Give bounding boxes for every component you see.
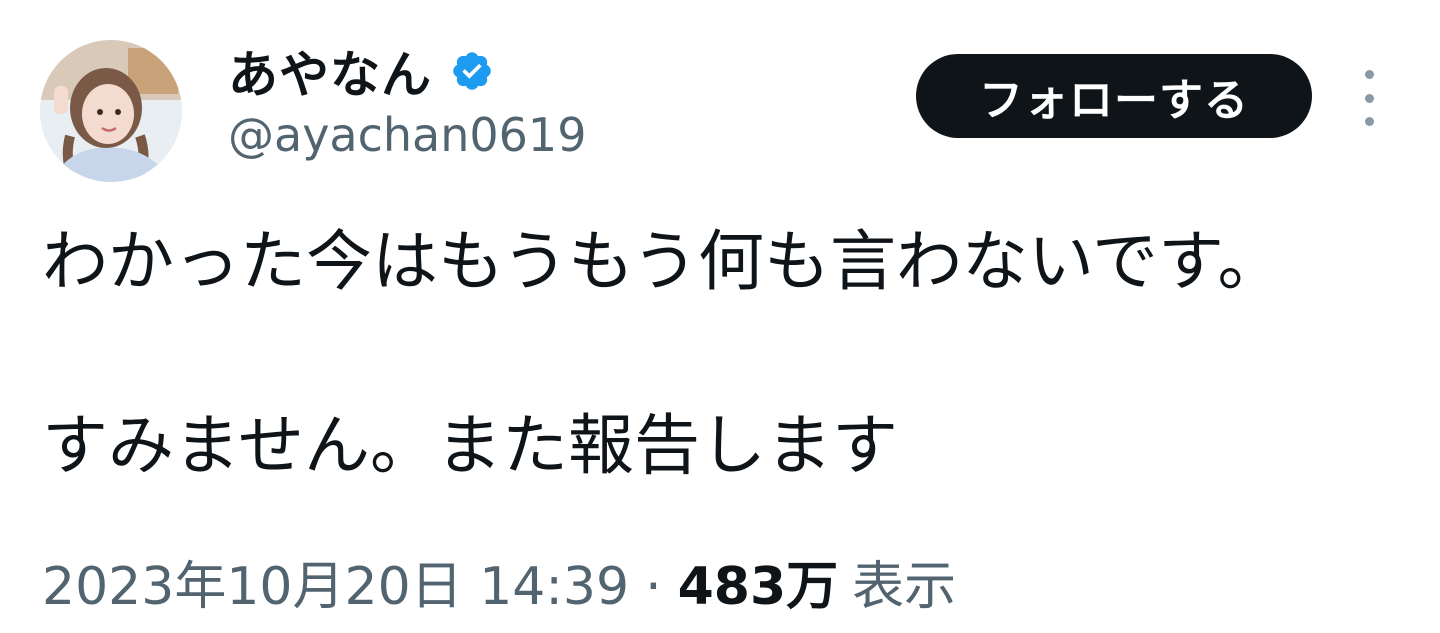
- tweet-text: わかった今はもうもう何も言わないです。 すみません。また報告します: [42, 222, 1283, 486]
- verified-badge-icon: [450, 49, 494, 93]
- display-name[interactable]: あやなん: [228, 35, 432, 107]
- timestamp[interactable]: 2023年10月20日 14:39: [42, 544, 629, 619]
- views-count[interactable]: 483万: [678, 544, 839, 619]
- more-vertical-icon[interactable]: [1352, 70, 1386, 126]
- user-handle[interactable]: @ayachan0619: [228, 108, 586, 162]
- avatar[interactable]: [40, 40, 182, 182]
- name-row: あやなん: [228, 36, 494, 106]
- more-dot: [1364, 70, 1374, 79]
- more-dot: [1364, 93, 1374, 103]
- tweet-card: あやなん @ayachan0619 フォローする わかった今はもうもう何も言わな…: [0, 0, 1440, 633]
- follow-button[interactable]: フォローする: [916, 54, 1312, 138]
- tweet-meta: 2023年10月20日 14:39 · 483万 表示: [42, 544, 956, 619]
- tweet-line: わかった今はもうもう何も言わないです。: [42, 223, 1284, 300]
- tweet-line: すみません。また報告します: [42, 407, 899, 484]
- views-label: 表示: [852, 557, 957, 617]
- more-dot: [1364, 117, 1374, 126]
- meta-separator: ·: [645, 557, 662, 617]
